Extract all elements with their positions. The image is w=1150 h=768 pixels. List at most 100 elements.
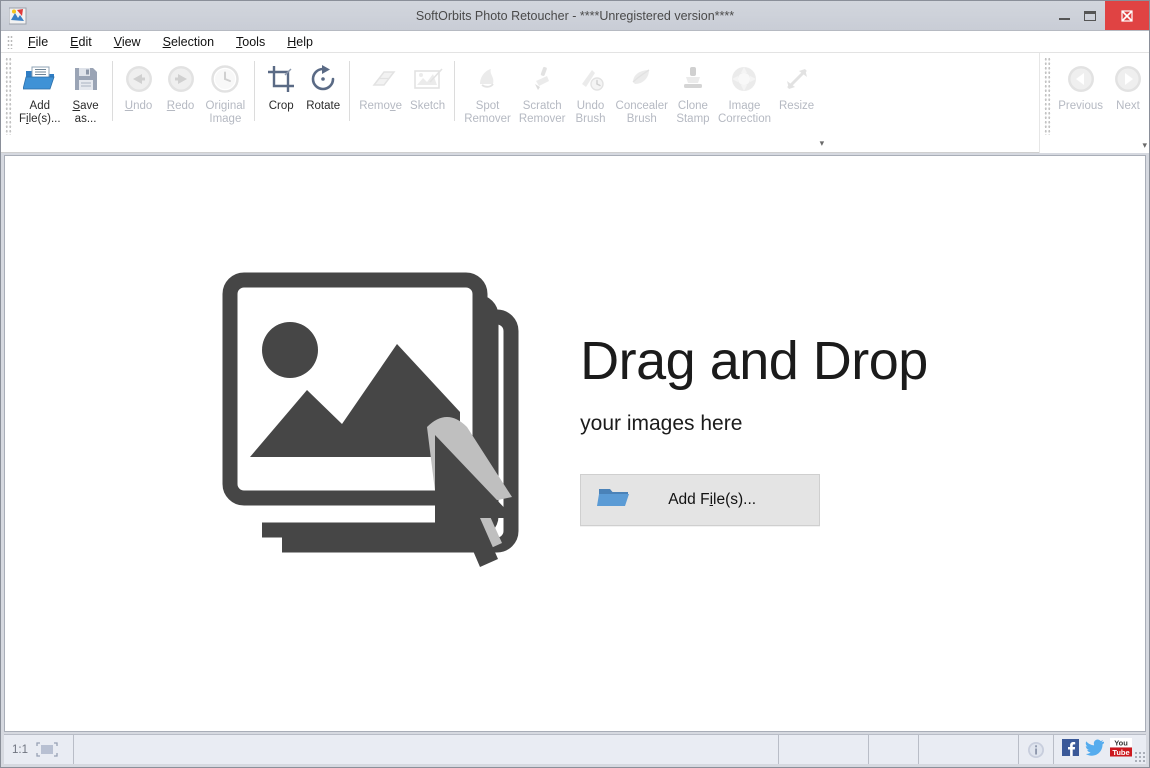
drop-zone[interactable]: Drag and Drop your images here Add File(…: [4, 155, 1146, 732]
toolbar-remove-button[interactable]: Remove: [355, 57, 406, 113]
window-title: SoftOrbits Photo Retoucher - ****Unregis…: [415, 8, 735, 23]
toolbar-separator: [349, 61, 351, 121]
toolbar: Add File(s)... Save as... Undo Redo Orig…: [1, 53, 1149, 153]
zoom-level-label: 1:1: [12, 743, 28, 756]
drop-headline: Drag and Drop: [580, 330, 928, 391]
toolbar-previous-button[interactable]: Previous: [1054, 57, 1107, 113]
toolbar-spot-remover-button[interactable]: Spot Remover: [460, 57, 515, 126]
status-panel-2: [869, 735, 919, 764]
menu-item-help[interactable]: Help: [276, 33, 324, 51]
toolbar-image-correction-button[interactable]: Image Correction: [714, 57, 775, 126]
toolbar-clone-stamp-label: Clone Stamp: [676, 100, 710, 125]
rotate-icon: [308, 60, 338, 98]
resize-arrow-icon: [782, 60, 812, 98]
toolbar-scratch-remover-label: Scratch Remover: [518, 100, 566, 125]
drop-subhead: your images here: [580, 411, 743, 435]
status-social-links: You Tube: [1054, 735, 1146, 764]
toolbar-redo-label: Redo: [166, 100, 195, 112]
toolbar-add-files-button[interactable]: Add File(s)...: [15, 57, 65, 126]
maximize-button[interactable]: [1077, 1, 1103, 30]
toolbar-scratch-remover-button[interactable]: Scratch Remover: [515, 57, 570, 126]
photos-stack-with-cursor-icon: [222, 272, 532, 587]
menu-bar: File Edit View Selection Tools Help: [1, 31, 1149, 53]
toolbar-grip-icon: [5, 57, 12, 135]
toolbar-undo-button[interactable]: Undo: [118, 57, 160, 113]
toolbar-add-files-label: Add File(s)...: [19, 100, 61, 125]
toolbar-undo-brush-button[interactable]: Undo Brush: [570, 57, 612, 126]
toolbar-group-retouch: Spot Remover Scratch Remover Undo Brush …: [460, 53, 824, 148]
toolbar-crop-button[interactable]: Crop: [260, 57, 302, 113]
folder-icon: [597, 485, 631, 514]
toolbar-image-correction-label: Image Correction: [717, 100, 771, 125]
toolbar-group-effects: Remove Sketch: [355, 53, 449, 145]
menu-item-edit[interactable]: Edit: [59, 33, 103, 51]
toolbar-overflow-button[interactable]: ▾: [820, 138, 825, 149]
twitter-icon[interactable]: [1085, 739, 1105, 761]
toolbar-separator: [254, 61, 256, 121]
stamp-icon: [678, 60, 708, 98]
toolbar-resize-button[interactable]: Resize: [775, 57, 818, 113]
navigation-overflow-button[interactable]: ▾: [1142, 140, 1147, 151]
toolbar-group-transform: Crop Rotate: [260, 53, 344, 145]
open-folder-icon: [22, 60, 57, 98]
toolbar-save-as-label: Save as...: [72, 100, 99, 125]
minimize-button[interactable]: [1051, 1, 1077, 30]
undo-brush-icon: [576, 60, 606, 98]
eraser-icon: [364, 60, 398, 98]
toolbar-separator: [454, 61, 456, 121]
arrow-right-circle-icon: [165, 60, 197, 98]
menu-item-tools[interactable]: Tools: [225, 33, 276, 51]
toolbar-resize-label: Resize: [779, 100, 815, 112]
facebook-icon[interactable]: [1062, 738, 1079, 761]
add-files-button[interactable]: Add File(s)...: [580, 473, 821, 526]
status-message-panel: [74, 735, 779, 764]
concealer-brush-icon: [627, 60, 657, 98]
brush-icon: [527, 60, 557, 98]
toolbar-original-image-button[interactable]: Original Image: [202, 57, 250, 126]
status-bar: 1:1 You Tube: [4, 734, 1146, 764]
toolbar-crop-label: Crop: [268, 100, 294, 112]
toolbar-separator: [111, 61, 113, 121]
toolbar-redo-button[interactable]: Redo: [160, 57, 202, 113]
toolbar-group-navigation: Previous Next ▾: [1039, 53, 1149, 153]
toolbar-save-as-button[interactable]: Save as...: [65, 57, 107, 126]
canvas-area: Drag and Drop your images here Add File(…: [1, 153, 1149, 732]
status-panel-3: [919, 735, 1019, 764]
app-icon: [8, 7, 27, 25]
crop-icon: [266, 60, 296, 98]
resize-grip-icon[interactable]: [1134, 751, 1146, 763]
toolbar-previous-label: Previous: [1058, 100, 1103, 112]
toolbar-sketch-button[interactable]: Sketch: [406, 57, 449, 113]
status-info-button[interactable]: [1019, 735, 1054, 764]
menu-item-file[interactable]: File: [17, 33, 59, 51]
youtube-icon[interactable]: You Tube: [1110, 737, 1132, 762]
status-zoom-cell[interactable]: 1:1: [4, 735, 74, 764]
toolbar-rotate-label: Rotate: [306, 100, 341, 112]
maximize-icon: [1084, 10, 1096, 21]
toolbar-rotate-button[interactable]: Rotate: [302, 57, 344, 113]
status-panel-1: [779, 735, 869, 764]
close-button[interactable]: [1105, 1, 1149, 30]
application-window: SoftOrbits Photo Retoucher - ****Unregis…: [0, 0, 1150, 768]
add-files-button-label: Add File(s)...: [668, 490, 757, 508]
arrow-right-circle-icon: [1112, 60, 1144, 98]
fit-to-window-icon[interactable]: [36, 742, 58, 757]
title-bar: SoftOrbits Photo Retoucher - ****Unregis…: [1, 1, 1149, 31]
toolbar-sketch-label: Sketch: [410, 100, 446, 112]
menu-item-selection[interactable]: Selection: [152, 33, 225, 51]
color-wheel-icon: [728, 60, 760, 98]
window-controls: [1051, 1, 1149, 30]
floppy-disk-icon: [72, 60, 100, 98]
toolbar-concealer-brush-button[interactable]: Concealer Brush: [612, 57, 672, 126]
toolbar-undo-label: Undo: [124, 100, 153, 112]
toolbar-group-history: Undo Redo Original Image: [118, 53, 250, 145]
clock-icon: [209, 60, 241, 98]
toolbar-next-button[interactable]: Next: [1107, 57, 1149, 113]
menu-item-view[interactable]: View: [103, 33, 152, 51]
drop-text-block: Drag and Drop your images here Add File(…: [580, 334, 928, 526]
toolbar-clone-stamp-button[interactable]: Clone Stamp: [672, 57, 714, 126]
toolbar-undo-brush-label: Undo Brush: [575, 100, 606, 125]
minimize-icon: [1058, 18, 1070, 20]
close-icon: [1121, 9, 1133, 22]
toolbar-next-label: Next: [1116, 100, 1140, 112]
